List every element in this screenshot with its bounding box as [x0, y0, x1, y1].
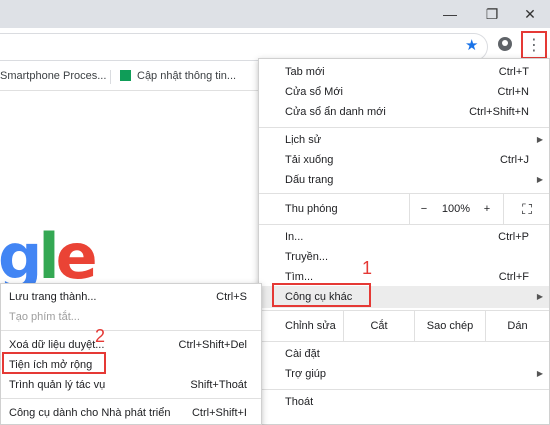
- fullscreen-icon[interactable]: ⛶: [505, 194, 549, 224]
- zoom-divider: [409, 194, 410, 224]
- chevron-right-icon: ▶: [536, 175, 543, 184]
- bookmark-label: Smartphone Proces...: [0, 70, 107, 82]
- paste-button[interactable]: Dán: [486, 311, 549, 341]
- zoom-in-button[interactable]: +: [475, 194, 499, 224]
- step-1-label: 1: [362, 258, 373, 278]
- bookmark-item[interactable]: Smartphone Proces...: [0, 70, 106, 82]
- sheets-icon: [120, 70, 131, 81]
- chevron-right-icon: ▶: [536, 292, 543, 301]
- profile-avatar-icon[interactable]: [498, 37, 512, 51]
- restore-icon[interactable]: ❐: [472, 0, 512, 28]
- zoom-label: Thu phóng: [285, 203, 338, 215]
- edit-row: Chỉnh sửa Cắt Sao chép Dán: [259, 311, 549, 341]
- bookmark-item[interactable]: Cập nhật thông tin...: [120, 70, 236, 82]
- menu-item-history[interactable]: Lịch sử ▶: [259, 129, 549, 151]
- bookmark-star-icon[interactable]: ★: [465, 36, 478, 54]
- menu-kebab-button[interactable]: ⋮: [521, 31, 547, 59]
- cut-button[interactable]: Cắt: [344, 311, 414, 341]
- submenu-item-save-page[interactable]: Lưu trang thành... Ctrl+S: [1, 286, 261, 308]
- menu-item-new-incognito[interactable]: Cửa sổ ẩn danh mới Ctrl+Shift+N: [259, 101, 549, 123]
- title-bar: — ❐ ✕: [0, 0, 550, 28]
- menu-item-new-window[interactable]: Cửa sổ Mới Ctrl+N: [259, 81, 549, 103]
- zoom-row: Thu phóng − 100% + ⛶: [259, 194, 549, 224]
- highlight-extensions: [2, 352, 106, 374]
- zoom-divider: [503, 194, 504, 224]
- minimize-icon[interactable]: —: [430, 0, 470, 28]
- copy-button[interactable]: Sao chép: [415, 311, 485, 341]
- menu-item-cast[interactable]: Truyền...: [259, 246, 549, 268]
- menu-separator: [259, 224, 549, 225]
- menu-item-downloads[interactable]: Tải xuống Ctrl+J: [259, 149, 549, 171]
- menu-separator: [259, 127, 549, 128]
- menu-separator: [1, 398, 261, 399]
- menu-item-help[interactable]: Trợ giúp ▶: [259, 363, 549, 385]
- bookmark-divider: [110, 70, 111, 84]
- chrome-main-menu: Tab mới Ctrl+T Cửa sổ Mới Ctrl+N Cửa sổ ẩn…: [258, 58, 550, 425]
- menu-separator: [259, 341, 549, 342]
- close-icon[interactable]: ✕: [510, 0, 550, 28]
- submenu-item-task-manager[interactable]: Trình quản lý tác vụ Shift+Thoát: [1, 374, 261, 396]
- chevron-right-icon: ▶: [536, 369, 543, 378]
- submenu-item-create-shortcut: Tạo phím tắt...: [9, 311, 80, 323]
- menu-separator: [259, 389, 549, 390]
- zoom-value: 100%: [441, 203, 471, 215]
- chevron-right-icon: ▶: [536, 135, 543, 144]
- edit-label: Chỉnh sửa: [285, 320, 336, 332]
- menu-item-print[interactable]: In... Ctrl+P: [259, 226, 549, 248]
- menu-separator: [1, 330, 261, 331]
- menu-item-exit[interactable]: Thoát: [259, 391, 549, 413]
- zoom-out-button[interactable]: −: [411, 194, 437, 224]
- menu-item-new-tab[interactable]: Tab mới Ctrl+T: [259, 61, 549, 83]
- highlight-more-tools: [272, 283, 371, 307]
- kebab-icon: ⋮: [526, 37, 542, 54]
- address-bar[interactable]: [0, 33, 488, 61]
- bookmark-label: Cập nhật thông tin...: [137, 70, 237, 82]
- menu-item-bookmarks[interactable]: Dấu trang ▶: [259, 169, 549, 191]
- step-2-label: 2: [95, 326, 106, 346]
- menu-item-settings[interactable]: Cài đặt: [259, 343, 549, 365]
- submenu-item-developer-tools[interactable]: Công cụ dành cho Nhà phát triển Ctrl+Shif…: [1, 402, 261, 424]
